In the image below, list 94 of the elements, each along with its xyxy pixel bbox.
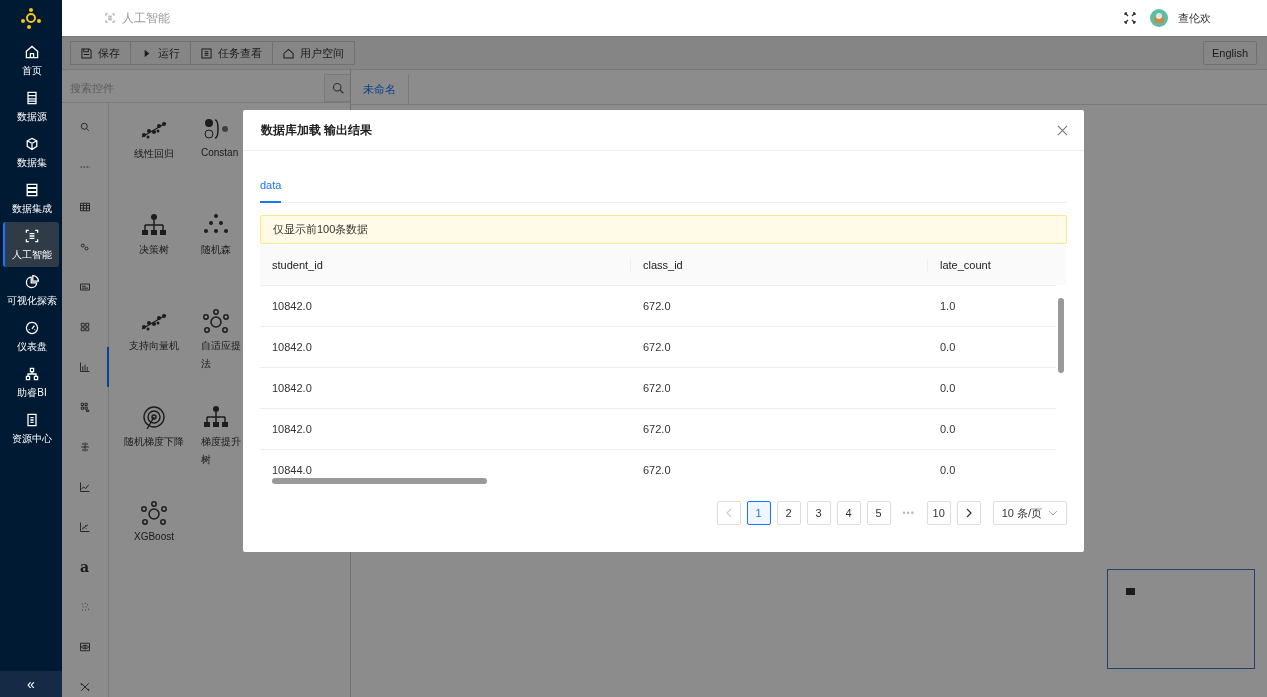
component-item[interactable]: 线性回归 <box>109 117 199 213</box>
minimap[interactable] <box>1107 569 1255 669</box>
page-button[interactable]: 5 <box>866 501 891 525</box>
chevron-down-icon <box>1048 510 1058 516</box>
scan-icon <box>24 227 40 244</box>
cluster-icon <box>78 441 91 453</box>
table-cell-text: 0.0 <box>939 423 957 435</box>
component-item[interactable]: 梯度提升 树 <box>199 405 244 501</box>
page-button[interactable]: 3 <box>806 501 831 525</box>
sidebar-item[interactable]: 数据集成 <box>3 176 59 221</box>
table-cell-text: 0.0 <box>939 464 957 476</box>
language-button[interactable]: English <box>1202 41 1257 65</box>
gears-icon <box>78 241 91 253</box>
user-name[interactable]: 查伦欢 <box>1178 10 1211 26</box>
table-cell-text: 0.0 <box>939 382 957 394</box>
page-button[interactable]: 2 <box>776 501 801 525</box>
table-cell-text: 672.0 <box>642 382 672 394</box>
list-icon <box>24 89 40 106</box>
sidebar-item[interactable]: 资源中心 <box>3 406 59 451</box>
pie-chart-icon <box>24 273 40 290</box>
scatter-chart-icon <box>78 521 91 533</box>
home-icon <box>24 43 40 60</box>
search-button[interactable] <box>324 74 350 102</box>
chevron-left-icon <box>724 508 733 518</box>
component-item[interactable]: 支持向量机 <box>109 309 199 405</box>
sidebar-item[interactable]: 仪表盘 <box>3 314 59 359</box>
logo-icon <box>20 7 42 29</box>
category-tab[interactable]: a <box>62 547 109 587</box>
fan-icon <box>78 681 91 693</box>
dialog-title: 数据库加载 输出结果 <box>261 121 373 139</box>
page-button[interactable]: 1 <box>746 501 771 525</box>
search-icon <box>331 82 344 94</box>
toolbar-button[interactable]: 用户空间 <box>272 41 355 65</box>
heatmap-icon <box>78 401 91 413</box>
line-chart-icon <box>78 481 91 493</box>
notice-text: 仅显示前100条数据 <box>273 222 369 237</box>
toolbar-button[interactable]: 运行 <box>130 41 191 65</box>
fullscreen-icon[interactable] <box>1124 12 1136 24</box>
search-icon <box>78 121 91 133</box>
toolbar-button[interactable]: 保存 <box>70 41 131 65</box>
result-tab[interactable]: data <box>260 175 282 203</box>
sidebar-item[interactable]: 数据源 <box>3 84 59 129</box>
avatar[interactable] <box>1150 9 1168 27</box>
network-icon <box>201 309 231 335</box>
table-cell-text: 672.0 <box>642 423 672 435</box>
bar-chart-icon <box>78 361 91 373</box>
next-page-button[interactable] <box>956 501 981 525</box>
toolbar-button[interactable]: 任务查看 <box>190 41 273 65</box>
minimap-node <box>1126 588 1135 595</box>
component-item[interactable]: 决策树 <box>109 213 199 309</box>
table-cell-text: 1.0 <box>939 300 957 312</box>
chevron-right-icon <box>964 508 973 518</box>
component-item[interactable]: XGBoost <box>109 501 199 597</box>
table-cell-text: 10842.0 <box>271 300 313 312</box>
table-cell-text: 10842.0 <box>271 382 313 394</box>
gauge-icon <box>24 319 40 336</box>
sidebar-item[interactable]: 人工智能 <box>3 222 59 267</box>
close-icon[interactable] <box>1057 124 1068 136</box>
grid-icon <box>78 321 91 333</box>
page-size-select[interactable]: 10 条/页 <box>992 501 1067 525</box>
component-item[interactable]: Constan <box>199 117 244 213</box>
collapse-button[interactable]: « <box>0 671 62 697</box>
home-icon <box>283 47 294 59</box>
component-item[interactable]: 自适应提 法 <box>199 309 244 405</box>
table-cell-text: 672.0 <box>642 341 672 353</box>
scan-icon <box>104 12 116 24</box>
component-item[interactable]: 随机森 <box>199 213 244 309</box>
stack-icon <box>24 181 40 198</box>
list-icon <box>201 47 212 59</box>
sidebar-item[interactable]: 首页 <box>3 38 59 83</box>
page-button[interactable]: 10 <box>926 501 951 525</box>
document-icon <box>24 411 40 428</box>
table-cell-text: 0.0 <box>939 341 957 353</box>
breadcrumb: 人工智能 <box>122 9 170 27</box>
table-cell-text: 672.0 <box>642 300 672 312</box>
page-button[interactable]: 4 <box>836 501 861 525</box>
table-cell-text: 10842.0 <box>271 341 313 353</box>
sidebar-item[interactable]: 可视化探索 <box>3 268 59 313</box>
component-item[interactable]: 随机梯度下降 <box>109 405 199 501</box>
column-header: student_id <box>260 259 631 271</box>
table-icon <box>78 201 91 213</box>
network-icon <box>139 501 169 527</box>
table-cell-text: 10842.0 <box>271 423 313 435</box>
eye-icon <box>78 641 91 653</box>
column-header: late_count <box>939 259 992 271</box>
sidebar-item[interactable]: 数据集 <box>3 130 59 175</box>
sidebar-item[interactable]: 助睿BI <box>3 360 59 405</box>
cube-icon <box>24 135 40 152</box>
table-cell-text: 10844.0 <box>271 464 313 476</box>
card-icon <box>78 281 91 293</box>
table-cell-text: 672.0 <box>642 464 672 476</box>
column-header: class_id <box>631 259 928 271</box>
org-chart-icon <box>24 365 40 382</box>
save-icon <box>81 47 92 59</box>
